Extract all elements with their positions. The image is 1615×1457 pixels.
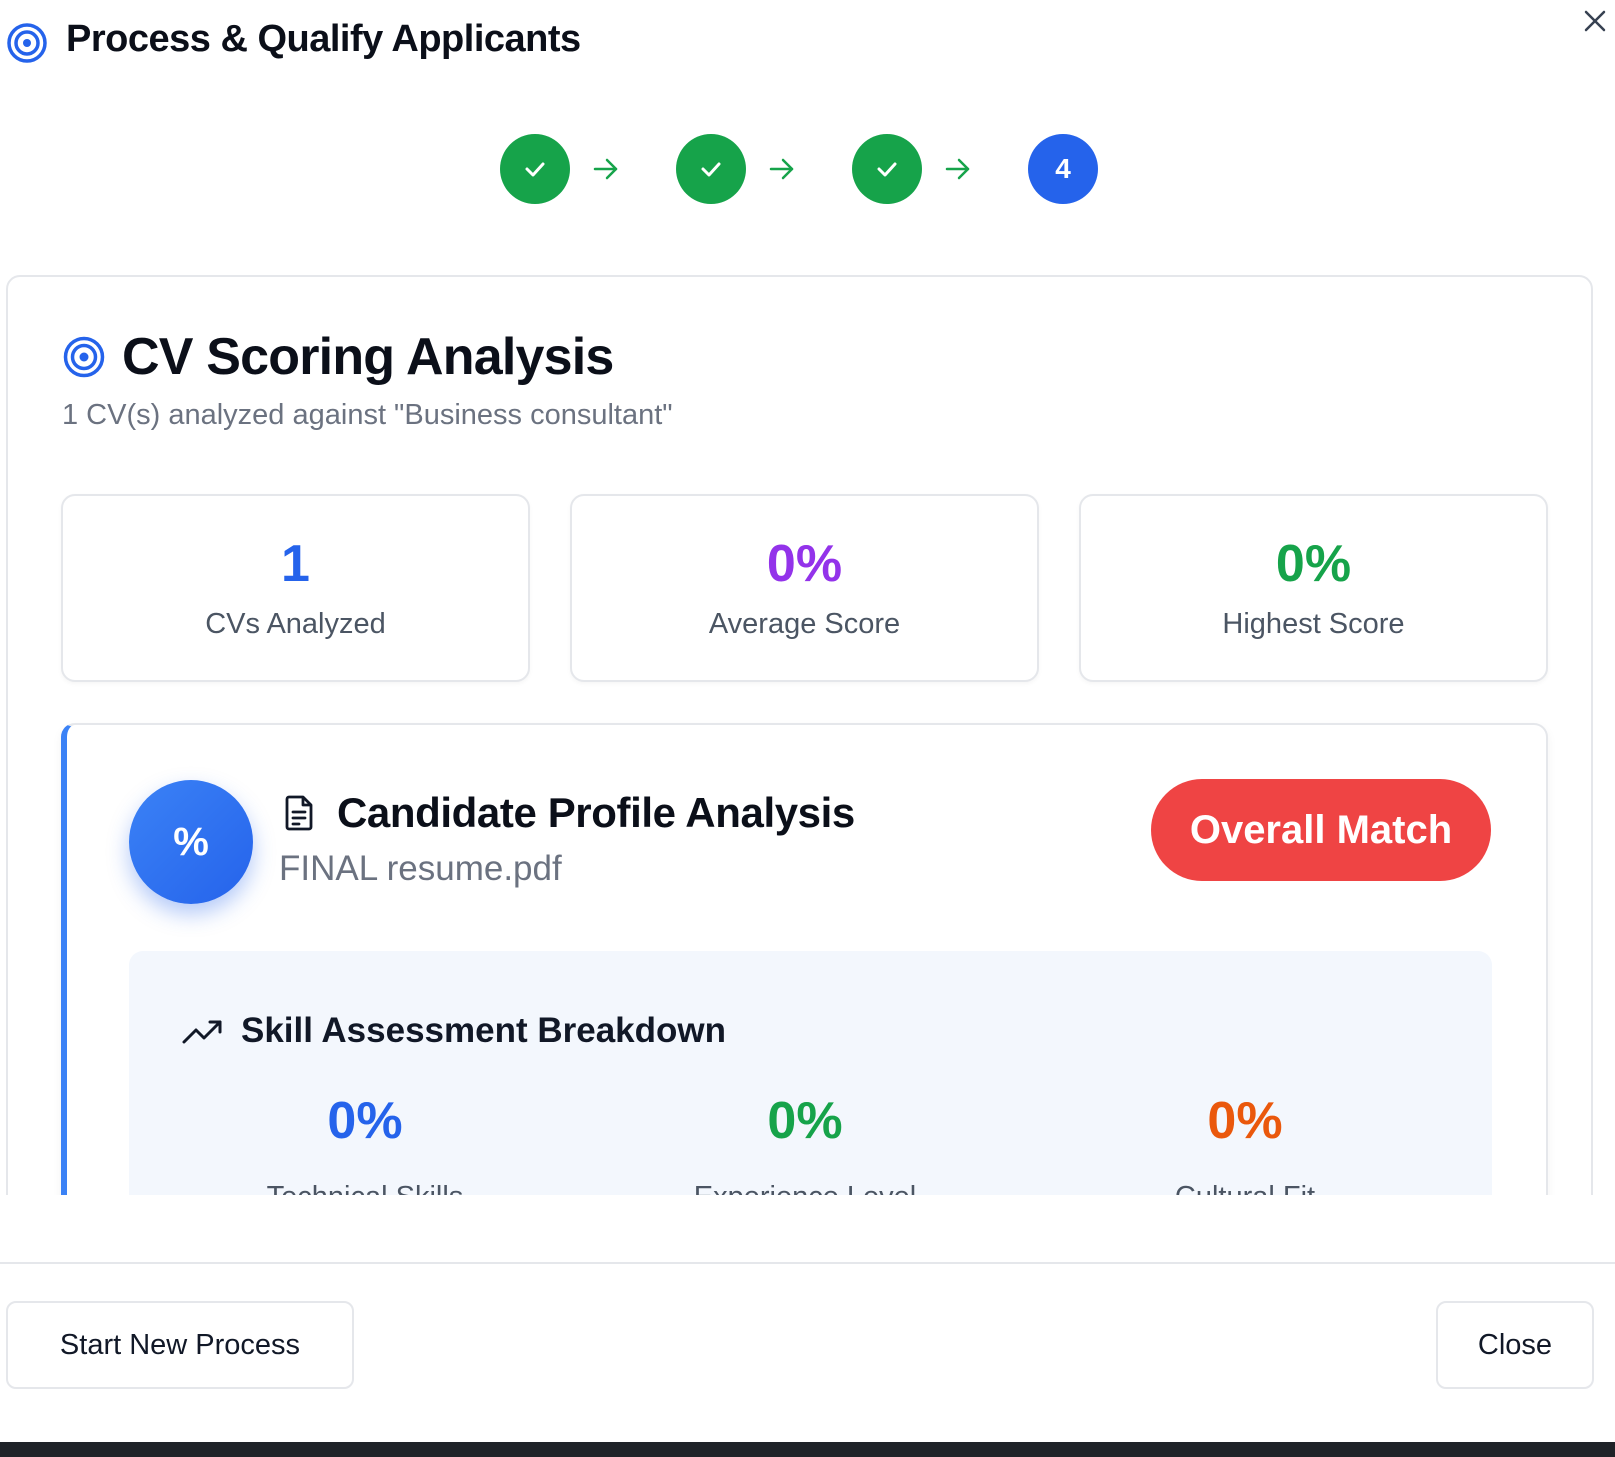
skill-header: Skill Assessment Breakdown (181, 1009, 726, 1053)
results-scroll-area[interactable]: CV Scoring Analysis 1 CV(s) analyzed aga… (0, 270, 1615, 1195)
candidate-file-name: FINAL resume.pdf (279, 849, 562, 888)
arrow-right-icon (593, 158, 618, 180)
arrow-right-icon (945, 158, 970, 180)
dialog-header: Process & Qualify Applicants (0, 0, 1615, 90)
candidate-title: Candidate Profile Analysis (337, 789, 855, 836)
check-icon (525, 162, 545, 177)
step-4: 4 (1028, 134, 1098, 204)
close-button[interactable]: Close (1436, 1301, 1594, 1389)
target-icon (7, 23, 47, 63)
stat-value: 0% (766, 535, 843, 593)
skill-label: Experience Level (585, 1181, 1025, 1195)
skill-label: Cultural Fit (1025, 1181, 1465, 1195)
start-new-process-button[interactable]: Start New Process (6, 1301, 354, 1389)
section-subtitle: 1 CV(s) analyzed against "Business consu… (62, 399, 673, 431)
step-2 (676, 134, 746, 204)
skill-value: 0% (767, 1092, 843, 1150)
check-icon (701, 162, 721, 177)
stat-value: 1 (281, 535, 310, 593)
close-icon[interactable] (1578, 4, 1612, 38)
skill-value: 0% (327, 1092, 403, 1150)
target-icon (63, 336, 105, 378)
stat-label: Average Score (708, 608, 901, 640)
process-dialog: Process & Qualify Applicants 4 CV Scorin… (0, 0, 1615, 1442)
stat-card-cvs-analyzed: 1 CVs Analyzed (61, 494, 530, 682)
skill-value: 0% (1207, 1092, 1283, 1150)
skill-assessment-panel: Skill Assessment Breakdown 0% Technical … (129, 951, 1492, 1195)
candidate-card: % Candidate Profile Analysis FINAL resum… (61, 723, 1548, 1195)
step-1 (500, 134, 570, 204)
skill-title: Skill Assessment Breakdown (241, 1011, 727, 1050)
skill-cultural-fit: 0% Cultural Fit (1025, 1091, 1465, 1195)
score-badge: % (129, 780, 253, 904)
stat-card-highest-score: 0% Highest Score (1079, 494, 1548, 682)
skill-technical: 0% Technical Skills (145, 1091, 585, 1195)
stat-label: CVs Analyzed (205, 608, 386, 640)
stat-value: 0% (1275, 535, 1352, 593)
stats-row: 1 CVs Analyzed 0% Average Score 0% Highe… (61, 494, 1548, 682)
section-title: CV Scoring Analysis (122, 328, 614, 386)
file-text-icon (285, 795, 313, 831)
progress-stepper: 4 (500, 134, 1100, 204)
footer-divider (0, 1262, 1615, 1264)
skill-experience: 0% Experience Level (585, 1091, 1025, 1195)
analysis-card: CV Scoring Analysis 1 CV(s) analyzed aga… (6, 275, 1593, 1195)
stat-card-average-score: 0% Average Score (570, 494, 1039, 682)
step-3 (852, 134, 922, 204)
candidate-header: Candidate Profile Analysis (279, 787, 855, 839)
section-header: CV Scoring Analysis (62, 327, 614, 387)
taskbar-edge (0, 1442, 1615, 1457)
arrow-right-icon (769, 158, 794, 180)
skill-label: Technical Skills (145, 1181, 585, 1195)
dialog-title: Process & Qualify Applicants (66, 18, 581, 60)
overall-match-badge[interactable]: Overall Match (1151, 779, 1491, 881)
stat-label: Highest Score (1222, 608, 1405, 640)
check-icon (877, 162, 897, 177)
trending-up-icon (182, 1020, 222, 1044)
